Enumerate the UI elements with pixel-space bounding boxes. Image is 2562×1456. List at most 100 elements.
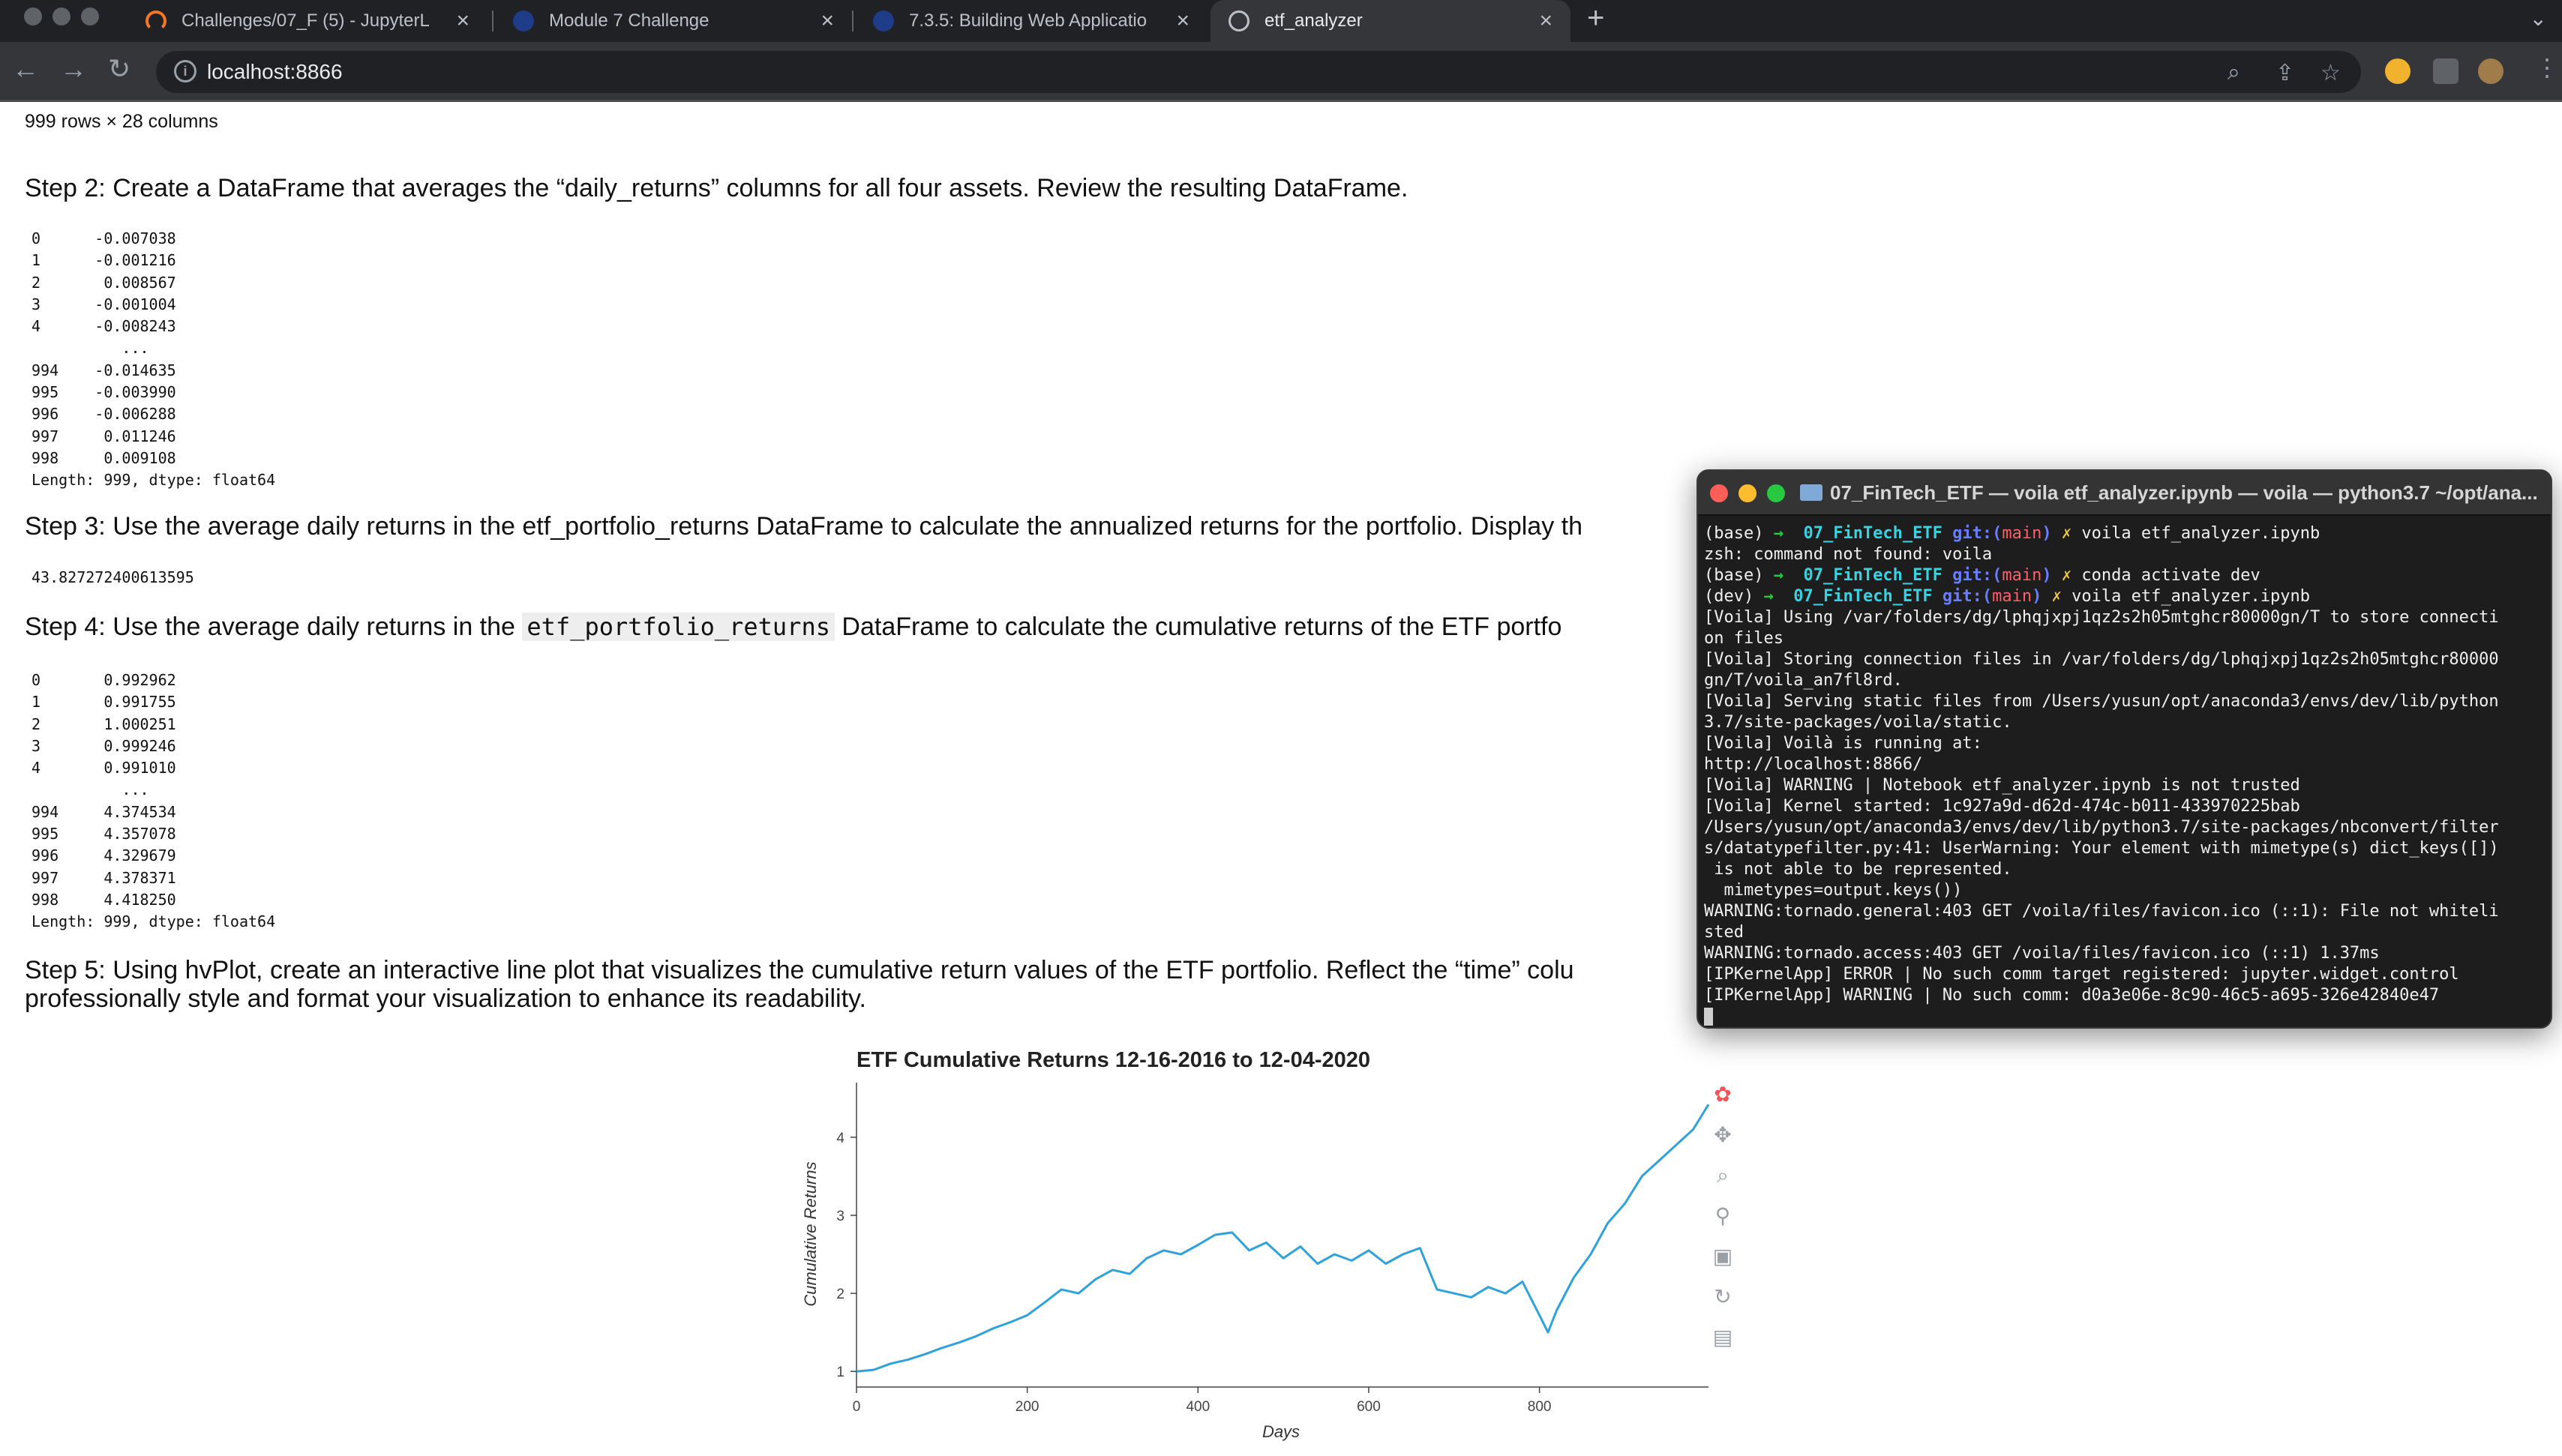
terminal-output[interactable]: (base) → 07_FinTech_ETF git:(main) ✗ voi… <box>1704 523 2545 1027</box>
prompt-segment: → <box>1763 587 1794 606</box>
extensions-puzzle-icon[interactable] <box>2433 58 2458 84</box>
inline-code: etf_portfolio_returns <box>522 613 835 641</box>
terminal-line: 3.7/site-packages/voila/static. <box>1704 713 2012 732</box>
window-zoom-button[interactable] <box>81 7 99 25</box>
bootcamp-icon <box>873 10 894 31</box>
window-close-button[interactable] <box>24 7 42 25</box>
y-tick-label: 3 <box>836 1209 844 1224</box>
tab-divider <box>492 10 494 31</box>
profile-avatar[interactable] <box>2478 58 2504 84</box>
terminal-line: on files <box>1704 629 1784 648</box>
url-text: localhost:8866 <box>207 60 343 83</box>
step-3-heading: Step 3: Use the average daily returns in… <box>25 512 1583 541</box>
tab-jupyterlab[interactable]: Challenges/07_F (5) - JupyterL × <box>128 0 488 42</box>
prompt-segment: ( <box>1992 566 2002 585</box>
globe-icon <box>1228 10 1250 31</box>
terminal-zoom-button[interactable] <box>1767 484 1785 502</box>
window-minimize-button[interactable] <box>52 7 70 25</box>
prompt-segment: git: <box>1942 587 1982 606</box>
terminal-cursor <box>1704 1008 1713 1026</box>
prompt-segment: ( <box>1982 587 1993 606</box>
prompt-segment: (base) <box>1704 566 1774 585</box>
chevron-down-icon[interactable]: ⌄ <box>2530 6 2547 31</box>
terminal-line: [Voila] Voilà is running at: <box>1704 734 1982 753</box>
chart-title: ETF Cumulative Returns 12-16-2016 to 12-… <box>856 1048 1370 1072</box>
close-icon[interactable]: × <box>1176 10 1190 32</box>
terminal-line: WARNING:tornado.general:403 GET /voila/f… <box>1704 902 2499 921</box>
new-tab-icon[interactable]: + <box>1587 1 1604 35</box>
tab-strip: Challenges/07_F (5) - JupyterL × Module … <box>0 0 2562 42</box>
box-zoom-icon[interactable]: ⌕ <box>1709 1162 1736 1189</box>
terminal-title: 07_FinTech_ETF — voila etf_analyzer.ipyn… <box>1830 481 2538 504</box>
terminal-line: gn/T/voila_an7fl8rd. <box>1704 671 1903 690</box>
prompt-segment: ✗ <box>2061 566 2082 585</box>
terminal-line: [IPKernelApp] WARNING | No such comm: d0… <box>1704 986 2440 1005</box>
prompt-segment: main <box>2002 524 2042 543</box>
prompt-segment: 07_FinTech_ETF <box>1793 587 1942 606</box>
terminal-close-button[interactable] <box>1710 484 1728 502</box>
step-4-heading: Step 4: Use the average daily returns in… <box>25 613 1562 641</box>
terminal-window[interactable]: 07_FinTech_ETF — voila etf_analyzer.ipyn… <box>1696 469 2552 1029</box>
prompt-segment: 07_FinTech_ETF <box>1803 566 1953 585</box>
step-5-heading-line2: professionally style and format your vis… <box>25 984 866 1013</box>
step-3-output: 43.827272400613595 <box>32 568 194 586</box>
step-5-heading: Step 5: Using hvPlot, create an interact… <box>25 956 1574 984</box>
terminal-line: mimetypes=output.keys()) <box>1704 881 1963 900</box>
bokeh-logo-icon[interactable]: ✿ <box>1709 1081 1736 1108</box>
prompt-segment: ) <box>2042 524 2062 543</box>
back-icon[interactable]: ← <box>12 55 39 82</box>
step-2-output: 0 -0.007038 1 -0.001216 2 0.008567 3 -0.… <box>32 229 276 490</box>
y-tick-label: 1 <box>836 1365 844 1380</box>
zoom-icon[interactable]: ⌕ <box>2228 60 2240 85</box>
prompt-segment: ✗ <box>2051 587 2072 606</box>
terminal-line: (base) → 07_FinTech_ETF git:(main) ✗ voi… <box>1704 523 2545 544</box>
x-tick-label: 400 <box>1186 1399 1210 1415</box>
tab-title: etf_analyzer <box>1264 10 1363 31</box>
prompt-segment: voila etf_analyzer.ipynb <box>2072 587 2311 606</box>
tab-module-7[interactable]: Module 7 Challenge × <box>495 0 852 42</box>
terminal-line: (base) → 07_FinTech_ETF git:(main) ✗ con… <box>1704 565 2545 586</box>
jupyter-icon <box>146 10 166 31</box>
tab-title: Challenges/07_F (5) - JupyterL <box>182 10 430 31</box>
terminal-line: [Voila] Kernel started: 1c927a9d-d62d-47… <box>1704 797 2300 816</box>
terminal-line: (dev) → 07_FinTech_ETF git:(main) ✗ voil… <box>1704 586 2545 607</box>
dataframe-shape: 999 rows × 28 columns <box>25 111 218 132</box>
prompt-segment: ( <box>1992 524 2002 543</box>
cumulative-returns-chart[interactable]: 0 200 400 600 800 1 2 3 4 Days Cumulative Return… <box>780 1072 1710 1447</box>
tab-building-web-apps[interactable]: 7.3.5: Building Web Applicatio × <box>855 0 1208 42</box>
x-axis-label: Days <box>1262 1422 1300 1441</box>
prompt-segment: 07_FinTech_ETF <box>1803 524 1953 543</box>
reset-icon[interactable]: ↻ <box>1709 1284 1736 1311</box>
prompt-segment: ) <box>2032 587 2052 606</box>
forward-icon[interactable]: → <box>60 55 87 82</box>
prompt-segment: ) <box>2042 566 2062 585</box>
tab-title: Module 7 Challenge <box>549 10 710 31</box>
terminal-minimize-button[interactable] <box>1738 484 1756 502</box>
terminal-line: [Voila] Using /var/folders/dg/lphqjxpj1q… <box>1704 608 2499 627</box>
save-icon[interactable]: ▣ <box>1709 1243 1736 1270</box>
prompt-segment: conda activate dev <box>2081 566 2260 585</box>
prompt-segment: main <box>1992 587 2032 606</box>
tab-title: 7.3.5: Building Web Applicatio <box>909 10 1148 31</box>
pan-tool-icon[interactable]: ✥ <box>1709 1122 1736 1149</box>
bookmark-star-icon[interactable]: ☆ <box>2320 60 2341 86</box>
address-bar[interactable]: i localhost:8866 ⌕ ⇪ ☆ <box>156 51 2361 93</box>
hover-tool-icon[interactable]: ▤ <box>1709 1324 1736 1351</box>
y-axis-label: Cumulative Returns <box>801 1161 820 1306</box>
extension-glasses-icon[interactable] <box>2385 58 2410 84</box>
cumulative-returns-line <box>856 1104 1710 1373</box>
share-icon[interactable]: ⇪ <box>2276 60 2294 86</box>
close-icon[interactable]: × <box>456 10 470 32</box>
wheel-zoom-icon[interactable]: ⚲ <box>1709 1203 1736 1230</box>
prompt-segment: (dev) <box>1704 587 1764 606</box>
terminal-line: [Voila] Storing connection files in /var… <box>1704 650 2499 669</box>
site-info-icon[interactable]: i <box>174 60 196 82</box>
terminal-line: [IPKernelApp] ERROR | No such comm targe… <box>1704 965 2459 984</box>
step-2-heading: Step 2: Create a DataFrame that averages… <box>25 174 1408 202</box>
close-icon[interactable]: × <box>1539 10 1552 32</box>
prompt-segment: voila etf_analyzer.ipynb <box>2081 524 2320 543</box>
tab-etf-analyzer[interactable]: etf_analyzer × <box>1210 0 1570 42</box>
reload-icon[interactable]: ↻ <box>108 55 130 82</box>
close-icon[interactable]: × <box>820 10 834 32</box>
browser-menu-icon[interactable]: ⋮ <box>2535 55 2559 79</box>
